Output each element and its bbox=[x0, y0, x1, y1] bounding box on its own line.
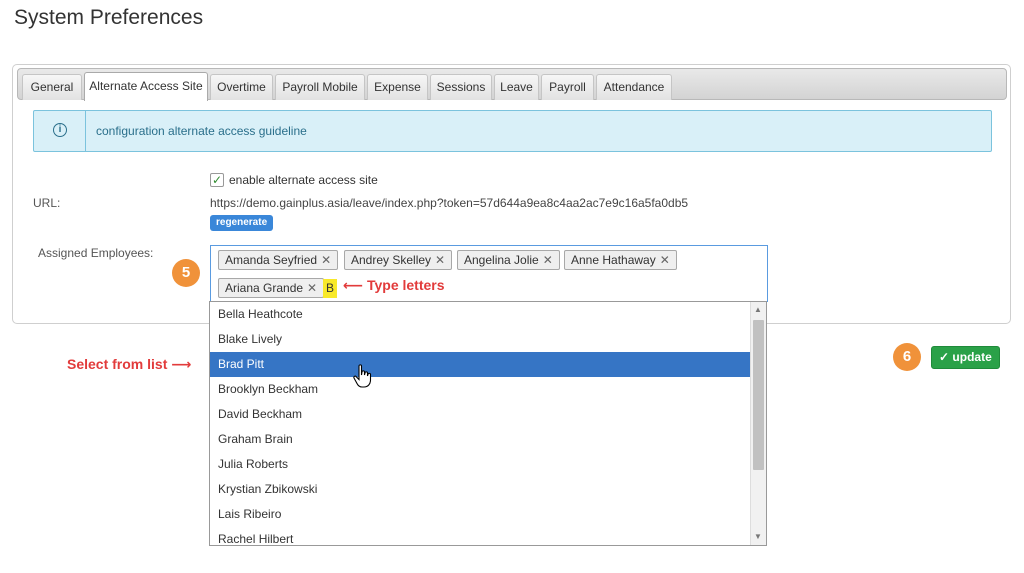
employee-tag-label: Amanda Seyfried bbox=[225, 253, 318, 267]
type-letters-text: Type letters bbox=[366, 277, 445, 293]
tab-general[interactable]: General bbox=[22, 74, 82, 100]
update-button[interactable]: ✓ update bbox=[931, 346, 1000, 369]
tab-overtime[interactable]: Overtime bbox=[210, 74, 273, 100]
tab-expense[interactable]: Expense bbox=[367, 74, 428, 100]
update-label: update bbox=[952, 350, 992, 364]
employee-tag: Angelina Jolie ✕ bbox=[457, 250, 560, 270]
step-6-badge: 6 bbox=[893, 343, 921, 371]
check-icon: ✓ bbox=[939, 350, 950, 364]
list-item[interactable]: Graham Brain bbox=[210, 427, 750, 452]
list-item[interactable]: Bella Heathcote bbox=[210, 302, 750, 327]
tab-payroll[interactable]: Payroll bbox=[541, 74, 594, 100]
hand-cursor-icon bbox=[353, 364, 372, 388]
employees-multiselect[interactable]: Amanda Seyfried ✕ Andrey Skelley ✕ Angelin… bbox=[210, 245, 768, 302]
tab-leave[interactable]: Leave bbox=[494, 74, 539, 100]
list-item[interactable]: Brooklyn Beckham bbox=[210, 377, 750, 402]
list-item-highlighted[interactable]: Brad Pitt bbox=[210, 352, 750, 377]
remove-tag-icon[interactable]: ✕ bbox=[543, 253, 553, 267]
list-item[interactable]: Blake Lively bbox=[210, 327, 750, 352]
info-alert: i configuration alternate access guideli… bbox=[33, 110, 992, 152]
remove-tag-icon[interactable]: ✕ bbox=[435, 253, 445, 267]
remove-tag-icon[interactable]: ✕ bbox=[321, 253, 331, 267]
info-icon: i bbox=[53, 123, 67, 137]
employee-tag: Anne Hathaway ✕ bbox=[564, 250, 677, 270]
tab-alternate-access-site[interactable]: Alternate Access Site bbox=[84, 72, 208, 101]
list-item[interactable]: Julia Roberts bbox=[210, 452, 750, 477]
info-icon-cell: i bbox=[34, 111, 86, 151]
url-value: https://demo.gainplus.asia/leave/index.p… bbox=[210, 196, 689, 210]
type-letters-annotation: ⟵ Type letters bbox=[343, 277, 445, 293]
employee-tag-label: Ariana Grande bbox=[225, 281, 304, 295]
select-from-list-text: Select from list bbox=[67, 356, 168, 372]
employee-dropdown-list[interactable]: Bella Heathcote Blake Lively Brad Pitt B… bbox=[209, 301, 767, 546]
list-item[interactable]: Krystian Zbikowski bbox=[210, 477, 750, 502]
dropdown-scrollbar[interactable]: ▲ ▼ bbox=[750, 302, 766, 545]
list-item[interactable]: Lais Ribeiro bbox=[210, 502, 750, 527]
tab-bar: General Alternate Access Site Overtime P… bbox=[17, 68, 1007, 101]
employee-tag: Andrey Skelley ✕ bbox=[344, 250, 453, 270]
select-from-list-annotation: Select from list ⟶ bbox=[67, 356, 192, 372]
scroll-down-icon[interactable]: ▼ bbox=[754, 532, 762, 541]
search-input[interactable]: B bbox=[323, 279, 337, 298]
guideline-link[interactable]: configuration alternate access guideline bbox=[96, 124, 307, 138]
employee-tag: Amanda Seyfried ✕ bbox=[218, 250, 339, 270]
url-label: URL: bbox=[33, 196, 61, 210]
enable-checkbox[interactable]: ✓ bbox=[210, 173, 224, 187]
employee-tag-label: Angelina Jolie bbox=[464, 253, 539, 267]
employee-tag-label: Anne Hathaway bbox=[571, 253, 656, 267]
scroll-up-icon[interactable]: ▲ bbox=[754, 305, 762, 314]
regenerate-button[interactable]: regenerate bbox=[210, 215, 274, 231]
employee-tag-label: Andrey Skelley bbox=[351, 253, 432, 267]
step-5-badge: 5 bbox=[172, 259, 200, 287]
enable-label: enable alternate access site bbox=[229, 173, 378, 187]
tab-payroll-mobile[interactable]: Payroll Mobile bbox=[275, 74, 365, 100]
tab-sessions[interactable]: Sessions bbox=[430, 74, 492, 100]
list-item[interactable]: David Beckham bbox=[210, 402, 750, 427]
preferences-panel: General Alternate Access Site Overtime P… bbox=[12, 64, 1011, 324]
page-title: System Preferences bbox=[14, 6, 204, 29]
employee-tag: Ariana Grande ✕ bbox=[218, 278, 325, 298]
list-item[interactable]: Rachel Hilbert bbox=[210, 527, 750, 545]
scroll-thumb[interactable] bbox=[753, 320, 764, 470]
assigned-employees-label: Assigned Employees: bbox=[38, 246, 154, 260]
tab-attendance[interactable]: Attendance bbox=[596, 74, 672, 100]
remove-tag-icon[interactable]: ✕ bbox=[307, 281, 317, 295]
remove-tag-icon[interactable]: ✕ bbox=[660, 253, 670, 267]
